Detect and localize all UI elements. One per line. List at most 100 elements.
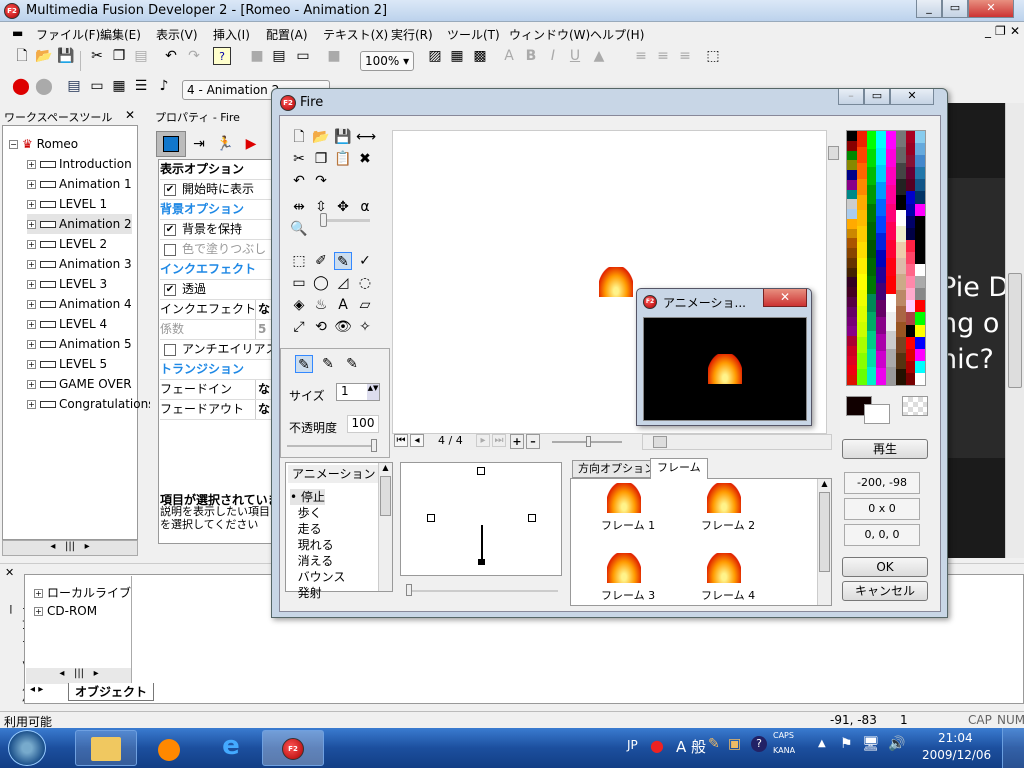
object-icon[interactable]: ■ — [248, 47, 266, 65]
list-icon[interactable]: ▤ — [270, 47, 288, 65]
background-color[interactable] — [864, 404, 890, 424]
library-item-cdrom[interactable]: + CD-ROM — [34, 604, 97, 618]
palette-swatch[interactable] — [876, 300, 886, 318]
ime-help-icon[interactable]: ? — [751, 736, 767, 752]
editor-vscrollbar[interactable] — [1005, 103, 1024, 558]
dialog-close[interactable]: ✕ — [890, 89, 934, 105]
menu-help[interactable]: ヘルプ(H) — [590, 26, 644, 43]
new-icon[interactable]: 🗋 — [290, 128, 308, 146]
menu-run[interactable]: 実行(R) — [391, 26, 433, 43]
ime-icon[interactable]: ● — [650, 736, 664, 755]
fill-icon[interactable]: ◈ — [290, 296, 308, 314]
palette-swatch[interactable] — [847, 316, 857, 327]
palette-swatch[interactable] — [915, 360, 925, 373]
tree-root[interactable]: − ♛ Romeo — [9, 134, 78, 154]
network-icon[interactable]: 🖥 — [862, 736, 880, 752]
mdi-close[interactable]: ✕ — [1010, 24, 1020, 38]
palette-swatch[interactable] — [905, 264, 916, 277]
eraser-icon[interactable]: ▱ — [356, 296, 374, 314]
palette-swatch[interactable] — [895, 242, 906, 258]
palette-swatch[interactable] — [895, 226, 906, 243]
palette-swatch[interactable] — [895, 305, 906, 322]
palette-swatch[interactable] — [876, 164, 886, 182]
palette-swatch[interactable] — [876, 334, 886, 352]
last-frame-button[interactable]: ⏭ — [492, 434, 506, 447]
palette-swatch[interactable] — [856, 131, 867, 147]
show-hidden-icons[interactable]: ▲ — [818, 738, 826, 749]
close-button[interactable]: ✕ — [968, 0, 1014, 18]
palette-swatch[interactable] — [895, 146, 906, 163]
palette-swatch[interactable] — [905, 300, 916, 313]
workspace-close[interactable]: ✕ — [125, 108, 135, 122]
palette-swatch[interactable] — [915, 167, 925, 180]
palette-swatch[interactable] — [905, 312, 916, 325]
menu-file[interactable]: ファイル(F) — [36, 26, 100, 43]
undo-icon[interactable]: ↶ — [290, 172, 308, 190]
palette-swatch[interactable] — [876, 249, 886, 267]
grid-dots-icon[interactable]: ▦ — [448, 47, 466, 65]
bold-icon[interactable]: B — [522, 47, 540, 65]
menu-window[interactable]: ウィンドウ(W) — [509, 26, 590, 43]
palette-swatch[interactable] — [886, 149, 896, 168]
palette-swatch[interactable] — [866, 312, 877, 331]
palette-swatch[interactable] — [876, 232, 886, 250]
taskbar-mmf2[interactable]: F2 — [262, 730, 324, 766]
action-center-icon[interactable]: ⚑ — [840, 736, 853, 752]
eyedropper-icon[interactable]: ✐ — [312, 252, 330, 270]
dialog-maximize[interactable]: ▭ — [864, 89, 890, 105]
palette-swatch[interactable] — [895, 353, 906, 370]
brush-fine-icon[interactable]: ✎ — [343, 355, 361, 373]
palette-swatch[interactable] — [856, 337, 867, 354]
paste-icon[interactable]: ▤ — [132, 47, 150, 65]
palette-swatch[interactable] — [915, 191, 925, 204]
taskbar-explorer[interactable] — [75, 730, 137, 766]
palette-swatch[interactable] — [866, 167, 877, 186]
palette-swatch[interactable] — [856, 273, 867, 290]
palette-swatch[interactable] — [876, 368, 886, 386]
play-button[interactable]: 再生 — [842, 439, 928, 459]
text-color-icon[interactable]: ▲ — [590, 47, 608, 65]
frame-thumbnail[interactable] — [607, 553, 641, 583]
menu-insert[interactable]: 挿入(I) — [213, 26, 250, 43]
open-icon[interactable]: 📂 — [35, 47, 53, 65]
palette-swatch[interactable] — [905, 276, 916, 289]
palette-swatch[interactable] — [895, 273, 906, 290]
palette-swatch[interactable] — [895, 289, 906, 306]
palette-swatch[interactable] — [886, 312, 896, 331]
opacity-input[interactable]: 100 — [347, 415, 379, 433]
palette-swatch[interactable] — [905, 131, 916, 144]
palette-swatch[interactable] — [856, 258, 867, 274]
undo-icon[interactable]: ↶ — [162, 47, 180, 65]
mdi-minimize[interactable]: _ — [985, 24, 991, 38]
palette-swatch[interactable] — [905, 336, 916, 349]
copy-icon[interactable]: ❐ — [312, 150, 330, 168]
palette-swatch[interactable] — [905, 324, 916, 337]
ime-tools-icon[interactable]: ▣ — [728, 736, 741, 752]
volume-icon[interactable]: 🔊 — [888, 736, 905, 752]
palette-swatch[interactable] — [856, 146, 867, 163]
palette-swatch[interactable] — [847, 131, 857, 141]
tree-item[interactable]: + Congratulations — [27, 394, 154, 414]
palette-swatch[interactable] — [915, 179, 925, 192]
dialog-minimize[interactable]: – — [838, 89, 864, 105]
palette-swatch[interactable] — [847, 140, 857, 151]
property-checkbox[interactable]: ✔ — [164, 223, 176, 236]
palette-swatch[interactable] — [876, 317, 886, 335]
palette-swatch[interactable] — [847, 355, 857, 366]
menu-text[interactable]: テキスト(X) — [323, 26, 388, 43]
palette-swatch[interactable] — [905, 215, 916, 228]
animation-item[interactable]: 走る — [290, 521, 322, 537]
property-checkbox[interactable] — [164, 343, 176, 356]
bone-icon[interactable]: ⟷ — [356, 128, 376, 146]
animation-list-scrollbar[interactable]: ▲ — [378, 463, 392, 591]
palette-swatch[interactable] — [847, 287, 857, 298]
polygon-icon[interactable]: ◿ — [334, 274, 352, 292]
palette-swatch[interactable] — [847, 228, 857, 239]
palette-swatch[interactable] — [915, 131, 925, 144]
canvas-hscrollbar[interactable] — [642, 434, 832, 450]
library-close[interactable]: ✕ — [5, 566, 14, 579]
tab-frames[interactable]: フレーム — [650, 458, 708, 479]
palette-swatch[interactable] — [847, 218, 857, 229]
save-icon[interactable]: 💾 — [334, 128, 352, 146]
maximize-button[interactable]: ▭ — [942, 0, 968, 18]
